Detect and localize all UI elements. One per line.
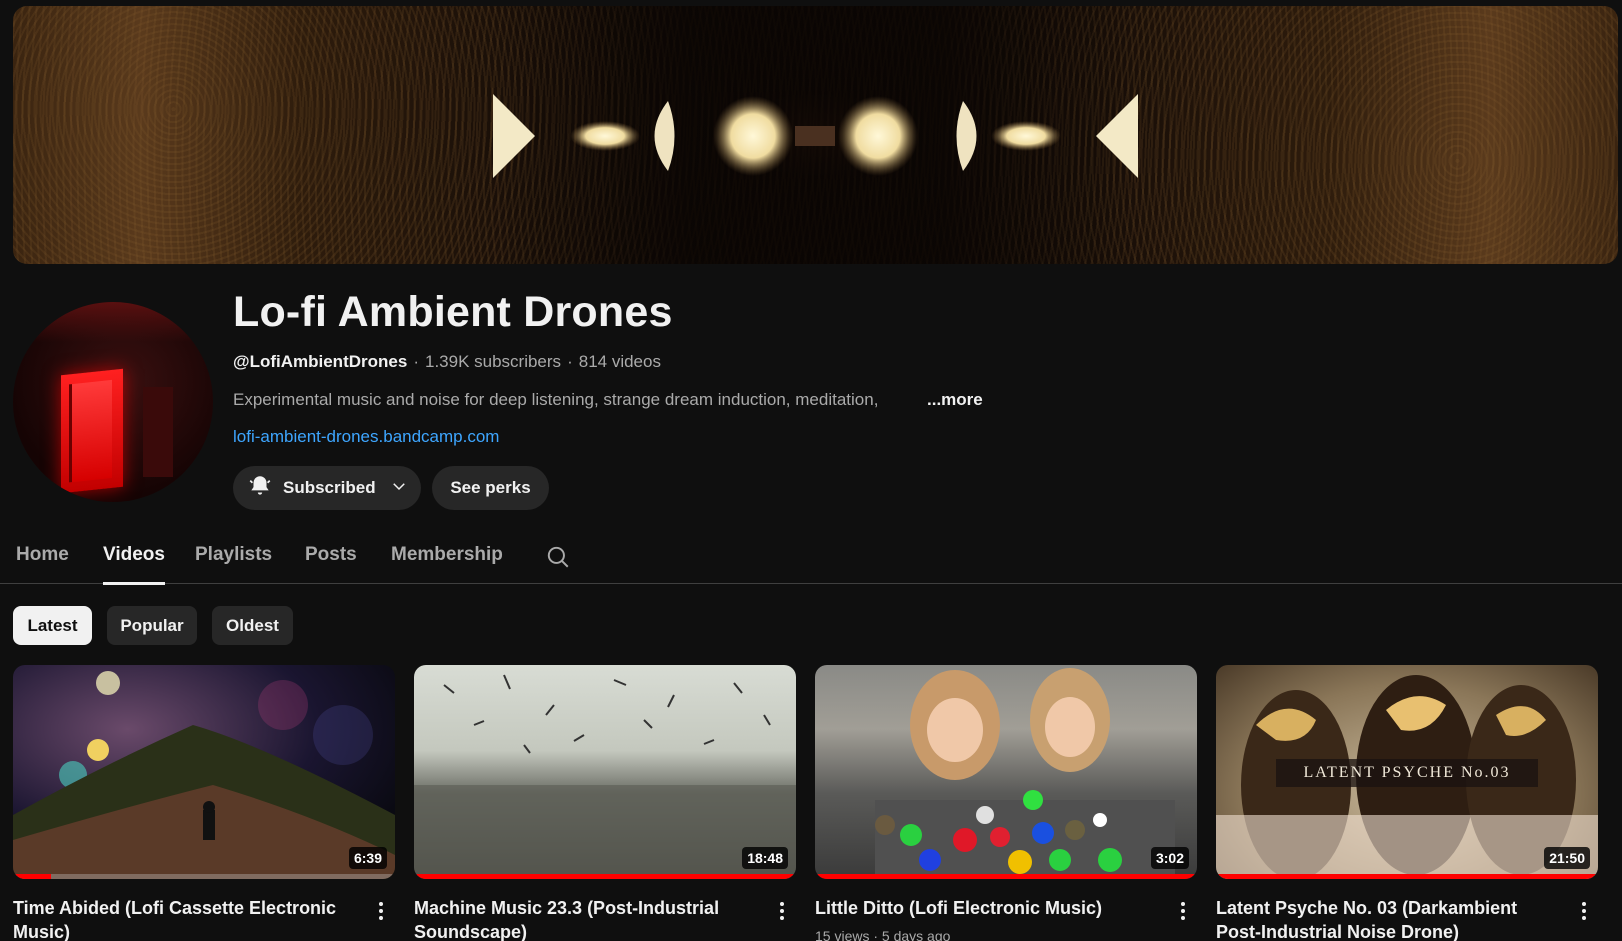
- more-options-icon[interactable]: [371, 899, 391, 928]
- watch-progress-bar: [815, 874, 1197, 879]
- video-duration: 18:48: [742, 847, 788, 869]
- channel-description[interactable]: Experimental music and noise for deep li…: [233, 390, 878, 410]
- video-title[interactable]: Time Abided (Lofi Cassette Electronic Mu…: [13, 896, 343, 941]
- thumbnail-art: [875, 668, 1175, 879]
- tab-membership[interactable]: Membership: [391, 544, 503, 584]
- see-perks-button[interactable]: See perks: [432, 466, 549, 510]
- video-thumbnail[interactable]: 3:02: [815, 665, 1197, 879]
- channel-tabs: Home Videos Playlists Posts Membership: [0, 538, 1622, 585]
- video-thumbnail[interactable]: 6:39: [13, 665, 395, 879]
- video-duration: 3:02: [1150, 847, 1189, 869]
- watch-progress-bar: [414, 874, 796, 879]
- meta-separator: ·: [413, 352, 419, 371]
- channel-avatar[interactable]: [13, 302, 213, 502]
- subscribed-label: Subscribed: [283, 478, 376, 497]
- chevron-down-icon: [390, 477, 408, 500]
- video-card[interactable]: LATENT PSYCHE No.03 21:50 Latent Psyche …: [1216, 665, 1598, 941]
- banner-art: [493, 94, 1138, 178]
- avatar-ceiling: [13, 302, 213, 342]
- description-more-link[interactable]: ...more: [927, 390, 983, 410]
- more-options-icon[interactable]: [772, 899, 792, 928]
- video-card[interactable]: 3:02 Little Ditto (Lofi Electronic Music…: [815, 665, 1197, 941]
- avatar-shelf: [143, 387, 173, 477]
- video-title[interactable]: Machine Music 23.3 (Post-Industrial Soun…: [414, 896, 744, 941]
- watch-progress-track: [13, 874, 395, 879]
- channel-meta: @LofiAmbientDrones · 1.39K subscribers ·…: [233, 352, 661, 372]
- search-icon[interactable]: [545, 544, 571, 575]
- meta-separator: ·: [567, 352, 573, 371]
- filter-latest[interactable]: Latest: [13, 606, 92, 645]
- watch-progress-bar: [1216, 874, 1598, 879]
- avatar-red-door: [61, 368, 123, 494]
- channel-banner: [13, 6, 1618, 264]
- channel-title: Lo-fi Ambient Drones: [233, 288, 673, 336]
- video-duration: 21:50: [1544, 847, 1590, 869]
- channel-handle[interactable]: @LofiAmbientDrones: [233, 352, 407, 372]
- video-card[interactable]: 18:48 Machine Music 23.3 (Post-Industria…: [414, 665, 796, 941]
- subscriber-count: 1.39K subscribers: [424, 352, 562, 371]
- video-count: 814 videos: [578, 352, 661, 371]
- tab-posts[interactable]: Posts: [305, 544, 357, 584]
- tab-playlists[interactable]: Playlists: [195, 544, 272, 584]
- thumbnail-art: [13, 671, 395, 879]
- filter-popular[interactable]: Popular: [107, 606, 197, 645]
- tab-home[interactable]: Home: [16, 544, 69, 584]
- more-options-icon[interactable]: [1574, 899, 1594, 928]
- more-options-icon[interactable]: [1173, 899, 1193, 928]
- video-duration: 6:39: [348, 847, 387, 869]
- video-card[interactable]: 6:39 Time Abided (Lofi Cassette Electron…: [13, 665, 395, 941]
- bell-icon: [247, 473, 273, 504]
- channel-external-link[interactable]: lofi-ambient-drones.bandcamp.com: [233, 427, 499, 447]
- video-stats: 15 views · 5 days ago: [815, 928, 951, 941]
- video-thumbnail[interactable]: 18:48: [414, 665, 796, 879]
- thumbnail-art: [414, 674, 796, 879]
- video-thumbnail[interactable]: LATENT PSYCHE No.03 21:50: [1216, 665, 1598, 879]
- watch-progress-bar: [13, 874, 52, 879]
- thumbnail-caption: LATENT PSYCHE No.03: [1303, 764, 1511, 781]
- tab-videos[interactable]: Videos: [103, 544, 165, 585]
- subscribed-button[interactable]: Subscribed: [233, 466, 421, 510]
- filter-oldest[interactable]: Oldest: [212, 606, 293, 645]
- video-title[interactable]: Latent Psyche No. 03 (Darkambient Post-I…: [1216, 896, 1546, 941]
- video-title[interactable]: Little Ditto (Lofi Electronic Music): [815, 896, 1145, 920]
